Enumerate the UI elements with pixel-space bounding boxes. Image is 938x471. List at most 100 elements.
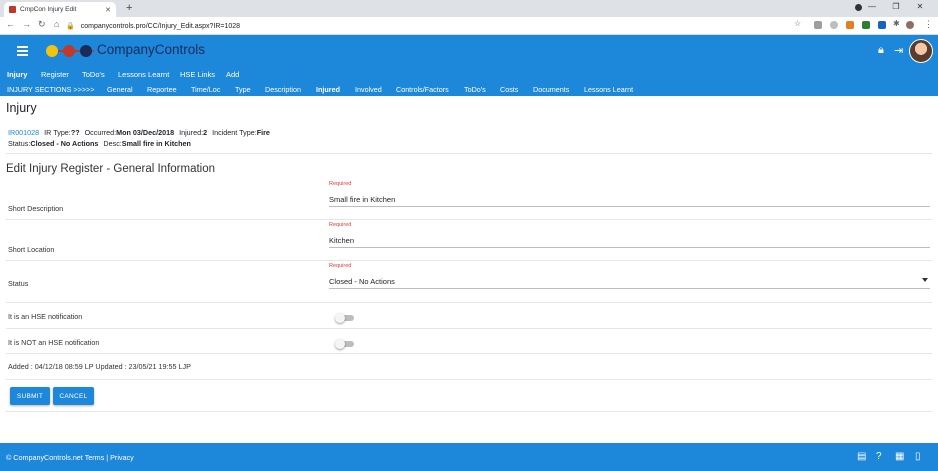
cancel-button[interactable]: CANCEL [53,387,94,405]
audit-info: Added : 04/12/18 08:59 LP Updated : 23/0… [8,362,191,371]
short-location-input[interactable]: Kitchen [329,234,930,248]
required-hint: Required [329,222,352,228]
chat-icon[interactable]: ▤ [857,451,866,462]
section-nav: INJURY SECTIONS >>>>> General Reportee T… [0,82,938,96]
bookmark-star-icon[interactable]: ☆ [794,19,801,28]
footer-text: © CompanyControls.net Terms | Privacy [6,453,134,462]
status-label: Status: [8,139,31,148]
extension-icon[interactable] [830,21,838,29]
divider [6,260,932,261]
hamburger-menu-icon[interactable] [17,46,28,58]
browser-tab-bar: CmpCon Injury Edit ✕ + — ❐ ✕ [0,0,938,17]
site-favicon-icon [9,6,16,13]
section-todos[interactable]: ToDo's [464,85,486,94]
record-id-link[interactable]: IR001028 [8,128,39,137]
section-general[interactable]: General [107,85,133,94]
submit-button[interactable]: SUBMIT [10,387,50,405]
logout-icon[interactable]: ⇥ [894,44,903,57]
close-tab-icon[interactable]: ✕ [105,6,111,14]
divider [6,379,932,380]
section-time-loc[interactable]: Time/Loc [191,85,220,94]
extension-icon[interactable] [878,21,886,29]
menu-item-injury[interactable]: Injury [7,70,27,79]
menu-item-add[interactable]: Add [226,70,239,79]
desc-label: Desc: [103,139,122,148]
section-costs[interactable]: Costs [500,85,518,94]
minimize-icon[interactable]: — [860,2,884,11]
privacy-link[interactable]: Privacy [110,453,134,462]
status-select[interactable]: Closed - No Actions [329,275,930,289]
tab-title: CmpCon Injury Edit [20,6,77,13]
toggle-knob [335,339,345,349]
extension-icon[interactable] [846,21,854,29]
section-reportee[interactable]: Reportee [147,85,177,94]
lock-icon: 🔒 [66,23,75,30]
new-tab-icon[interactable]: + [126,2,132,14]
mobile-icon[interactable]: ▯ [915,451,921,462]
user-avatar[interactable] [909,39,933,63]
terms-link[interactable]: Terms [85,453,105,462]
occurred-label: Occurred: [84,128,117,137]
ir-type-value: ?? [70,128,80,137]
footer: © CompanyControls.net Terms | Privacy ▤ … [0,443,938,471]
menu-item-todos[interactable]: ToDo's [82,70,105,79]
required-hint: Required [329,181,352,187]
reload-icon[interactable]: ↻ [38,19,46,30]
section-description[interactable]: Description [265,85,301,94]
logo-icon [46,44,94,58]
divider [6,411,932,412]
extension-icon[interactable] [814,21,822,29]
forward-icon[interactable]: → [22,19,31,29]
home-icon[interactable]: ⌂ [54,19,59,29]
section-documents[interactable]: Documents [533,85,569,94]
form-title: Edit Injury Register - General Informati… [6,163,216,175]
puzzle-icon[interactable]: ✱ [893,19,900,28]
extension-icon[interactable] [862,21,870,29]
not-hse-notification-toggle[interactable] [335,339,354,349]
incident-type-value: Fire [256,128,270,137]
window-controls: — ❐ ✕ [860,2,932,11]
main-menu: Injury Register ToDo's Lessons Learnt HS… [0,67,938,82]
document-icon[interactable]: ▦ [895,451,904,462]
record-summary: IR001028 IR Type:?? Occurred:Mon 03/Dec/… [8,127,270,149]
injured-value: 2 [203,128,208,137]
section-type[interactable]: Type [235,85,251,94]
injured-label: Injured: [179,128,204,137]
profile-icon[interactable] [906,21,914,29]
brand-name[interactable]: CompanyControls [97,42,205,57]
menu-item-register[interactable]: Register [41,70,69,79]
occurred-value: Mon 03/Dec/2018 [116,128,175,137]
close-window-icon[interactable]: ✕ [908,2,932,11]
incident-type-label: Incident Type: [212,128,257,137]
back-icon[interactable]: ← [6,19,15,29]
section-injured[interactable]: Injured [316,85,340,94]
required-hint: Required [329,263,352,269]
copyright-text: © CompanyControls.net [6,453,83,462]
divider [6,219,932,220]
toggle-knob [335,313,345,323]
app-header: CompanyControls 🔒︎ ⇥ [0,35,938,67]
short-description-label: Short Description [8,204,64,213]
page-title: Injury [6,101,37,115]
hse-notification-toggle[interactable] [335,313,354,323]
footer-separator: | [106,453,109,462]
browser-tab[interactable]: CmpCon Injury Edit ✕ [4,2,116,17]
desc-value: Small fire in Kitchen [121,139,191,148]
section-controls-factors[interactable]: Controls/Factors [396,85,449,94]
status-label: Status [8,279,29,288]
divider [6,302,932,303]
short-description-input[interactable]: Small fire in Kitchen [329,193,930,207]
ir-type-label: IR Type: [44,128,71,137]
url-text: companycontrols.pro/CC/Injury_Edit.aspx?… [80,22,241,30]
not-hse-notification-label: It is NOT an HSE notification [8,338,100,347]
menu-item-lessons-learnt[interactable]: Lessons Learnt [118,70,169,79]
lock-icon[interactable]: 🔒︎ [878,44,884,57]
help-icon[interactable]: ? [876,451,882,462]
section-lessons-learnt[interactable]: Lessons Learnt [584,85,633,94]
section-involved[interactable]: Involved [355,85,382,94]
maximize-icon[interactable]: ❐ [884,2,908,11]
chevron-down-icon [922,278,928,282]
menu-item-hse-links[interactable]: HSE Links [180,70,215,79]
more-menu-icon[interactable]: ⋮ [924,19,933,30]
address-bar[interactable]: 🔒 companycontrols.pro/CC/Injury_Edit.asp… [66,19,786,33]
